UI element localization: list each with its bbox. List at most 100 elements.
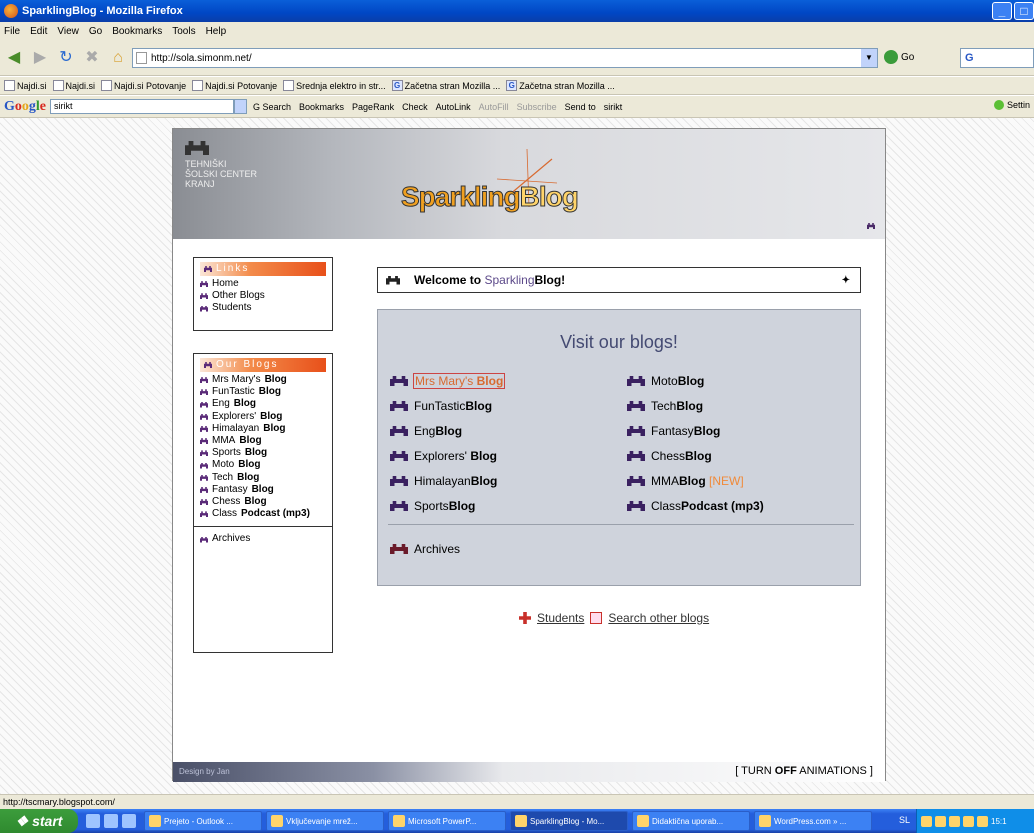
start-button[interactable]: ❖ start: [0, 809, 78, 833]
page-viewport[interactable]: TEHNIŠKI ŠOLSKI CENTER KRANJ SparklingBl…: [0, 118, 1034, 794]
google-autofill-button[interactable]: AutoFill: [479, 102, 509, 112]
search-engine-box[interactable]: G: [960, 48, 1034, 68]
sidebar-blog-link[interactable]: FunTastic Blog: [194, 386, 332, 398]
blog-link-funtastic[interactable]: FunTasticBlog: [390, 399, 492, 413]
taskbar-item[interactable]: Microsoft PowerP...: [388, 811, 506, 831]
bookmark-item[interactable]: Srednja elektro in str...: [283, 80, 386, 91]
language-indicator[interactable]: SL: [899, 815, 910, 825]
link-home[interactable]: Home: [194, 278, 332, 290]
school-logo[interactable]: TEHNIŠKI ŠOLSKI CENTER KRANJ: [185, 141, 257, 189]
menu-view[interactable]: View: [57, 26, 79, 37]
settings-icon: [993, 100, 1004, 110]
sidebar-blog-link[interactable]: MMA Blog: [194, 435, 332, 447]
blog-link-sports[interactable]: SportsBlog: [390, 499, 475, 513]
bookmark-item[interactable]: G Začetna stran Mozilla ...: [391, 80, 500, 91]
blog-link-moto[interactable]: MotoBlog: [627, 374, 704, 388]
google-search-button[interactable]: G Search: [253, 102, 291, 112]
quicklaunch-icon[interactable]: [86, 814, 100, 828]
sidebar-blog-link[interactable]: Fantasy Blog: [194, 484, 332, 496]
menu-bookmarks[interactable]: Bookmarks: [112, 26, 162, 37]
google-dropdown-icon[interactable]: [234, 99, 247, 114]
sidebar-blog-link[interactable]: Explorers' Blog: [194, 411, 332, 423]
menu-go[interactable]: Go: [89, 26, 102, 37]
archives-link[interactable]: Archives: [390, 542, 460, 556]
tray-icon[interactable]: [949, 815, 960, 827]
bookmark-item[interactable]: G Začetna stran Mozilla ...: [506, 80, 615, 91]
forward-button[interactable]: ▶: [30, 48, 50, 68]
sidebar-blog-link[interactable]: Mrs Mary's Blog: [194, 374, 332, 386]
powerpoint-icon: [393, 815, 405, 827]
quicklaunch-icon[interactable]: [122, 814, 136, 828]
quicklaunch-icon[interactable]: [104, 814, 118, 828]
school-line: ŠOLSKI CENTER: [185, 169, 258, 179]
search-other-blogs-link[interactable]: Search other blogs: [608, 611, 709, 625]
blog-link-mma[interactable]: MMABlog [NEW]: [627, 474, 744, 488]
blog-label: SportsBlog: [414, 499, 475, 513]
students-link[interactable]: Students: [537, 611, 584, 625]
blog-name-bold: Blog: [677, 374, 705, 388]
sidebar-blog-link[interactable]: Tech Blog: [194, 472, 332, 484]
logo-part-blog: Blog: [519, 181, 579, 213]
sidebar-blog-link[interactable]: Class Podcast (mp3): [194, 508, 332, 520]
google-bookmarks-button[interactable]: Bookmarks: [299, 102, 344, 112]
stop-button[interactable]: ✖: [82, 48, 102, 68]
go-button[interactable]: Go: [884, 50, 914, 64]
taskbar-item[interactable]: Didaktična uporab...: [632, 811, 750, 831]
taskbar-item[interactable]: SparklingBlog - Mo...: [510, 811, 628, 831]
taskbar-item[interactable]: Prejeto - Outlook ...: [144, 811, 262, 831]
blog-link-mrs-mary[interactable]: Mrs Mary's Blog: [390, 373, 506, 389]
menu-help[interactable]: Help: [206, 26, 227, 37]
turn-off-animations-link[interactable]: [ TURN OFF ANIMATIONS ]: [735, 765, 873, 777]
url-dropdown-icon[interactable]: ▼: [861, 49, 877, 67]
home-button[interactable]: ⌂: [108, 48, 128, 68]
tray-icon[interactable]: [921, 815, 932, 827]
google-autolink-button[interactable]: AutoLink: [436, 102, 471, 112]
bookmark-item[interactable]: Najdi.si: [4, 80, 47, 91]
tray-icon[interactable]: [963, 815, 974, 827]
bookmark-item[interactable]: Najdi.si Potovanje: [192, 80, 277, 91]
reload-button[interactable]: ↻: [56, 48, 76, 68]
link-other-blogs[interactable]: Other Blogs: [194, 290, 332, 302]
menu-edit[interactable]: Edit: [30, 26, 47, 37]
bookmark-item[interactable]: Najdi.si Potovanje: [101, 80, 186, 91]
google-check-button[interactable]: Check: [402, 102, 428, 112]
google-highlight-button[interactable]: sirikt: [604, 102, 623, 112]
sidebar-blog-link[interactable]: Sports Blog: [194, 447, 332, 459]
taskbar-item[interactable]: WordPress.com » ...: [754, 811, 872, 831]
sparklingblog-logo[interactable]: SparklingBlog: [401, 181, 580, 213]
sidebar-blog-link[interactable]: Himalayan Blog: [194, 423, 332, 435]
minimize-button[interactable]: _: [992, 2, 1012, 20]
windows-icon: ❖: [15, 812, 29, 829]
url-bar[interactable]: http://sola.simonm.net/ ▼: [132, 48, 878, 68]
link-students[interactable]: Students: [194, 302, 332, 314]
blog-link-tech[interactable]: TechBlog: [627, 399, 703, 413]
bookmark-item[interactable]: Najdi.si: [52, 80, 95, 91]
tray-icon[interactable]: [935, 815, 946, 827]
blog-link-eng[interactable]: EngBlog: [390, 424, 462, 438]
blog-link-explorers[interactable]: Explorers' Blog: [390, 449, 497, 463]
google-sendto-button[interactable]: Send to: [565, 102, 596, 112]
google-search-input[interactable]: sirikt: [50, 99, 234, 114]
page-icon: [136, 52, 147, 64]
taskbar-item[interactable]: Vključevanje mrež...: [266, 811, 384, 831]
welcome-bar: Welcome to Sparkling Blog! ✦: [377, 267, 861, 293]
menu-tools[interactable]: Tools: [172, 26, 195, 37]
google-subscribe-button[interactable]: Subscribe: [517, 102, 557, 112]
menu-file[interactable]: File: [4, 26, 20, 37]
sidebar-blog-link[interactable]: Chess Blog: [194, 496, 332, 508]
sidebar-blog-link[interactable]: Eng Blog: [194, 398, 332, 410]
blog-link-chess[interactable]: ChessBlog: [627, 449, 712, 463]
blog-link-fantasy[interactable]: FantasyBlog: [627, 424, 720, 438]
maximize-button[interactable]: □: [1014, 2, 1034, 20]
blog-link-class-podcast[interactable]: ClassPodcast (mp3): [627, 499, 764, 513]
url-text: http://sola.simonm.net/: [151, 52, 252, 64]
blog-link-himalayan[interactable]: HimalayanBlog: [390, 474, 497, 488]
tray-icon[interactable]: [977, 815, 988, 827]
sidebar-archives-link[interactable]: Archives: [194, 526, 332, 545]
blog-name: Mrs Mary's: [212, 374, 261, 385]
invader-icon: [200, 305, 208, 312]
google-settings-button[interactable]: Settin: [993, 100, 1030, 110]
back-button[interactable]: ◀: [4, 48, 24, 68]
google-pagerank[interactable]: PageRank: [352, 102, 394, 112]
sidebar-blog-link[interactable]: Moto Blog: [194, 459, 332, 471]
